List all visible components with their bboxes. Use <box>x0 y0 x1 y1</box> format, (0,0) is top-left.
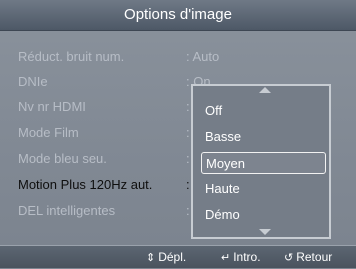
options-dropdown[interactable]: Off Basse Moyen Haute Démo <box>191 84 331 239</box>
up-down-arrows-icon: ⇕ <box>146 252 156 264</box>
dropdown-option-haute[interactable]: Haute <box>201 178 326 200</box>
dropdown-option-off[interactable]: Off <box>201 100 326 122</box>
enter-icon: ↵ <box>221 252 231 264</box>
tv-osd-screen: Options d'image Réduct. bruit num. : Aut… <box>0 0 356 268</box>
hint-enter: ↵ Intro. <box>221 246 261 268</box>
scroll-down-icon[interactable] <box>259 229 271 235</box>
menu-item-value: : <box>186 203 190 218</box>
dropdown-option-demo[interactable]: Démo <box>201 204 326 226</box>
menu-item-value: : <box>186 151 190 166</box>
menu-item-reduct-bruit[interactable]: Réduct. bruit num. <box>18 46 124 68</box>
menu-item-nv-nr-hdmi[interactable]: Nv nr HDMI <box>18 96 86 118</box>
hint-enter-label: Intro. <box>233 250 261 264</box>
scroll-up-icon[interactable] <box>259 87 271 93</box>
menu-item-mode-bleu[interactable]: Mode bleu seu. <box>18 148 107 170</box>
menu-item-value: : <box>186 177 190 192</box>
hint-move: ⇕ Dépl. <box>146 246 186 268</box>
menu-item-value: : <box>186 99 190 114</box>
navigation-hints-bar: ⇕ Dépl. ↵ Intro. ↺ Retour <box>0 245 356 268</box>
dropdown-option-basse[interactable]: Basse <box>201 126 326 148</box>
menu-item-value: : Auto <box>186 49 220 64</box>
menu-item-motion-plus[interactable]: Motion Plus 120Hz aut. <box>18 174 152 196</box>
menu-item-dnie[interactable]: DNIe <box>18 71 48 93</box>
hint-move-label: Dépl. <box>158 250 187 264</box>
menu-item-mode-film[interactable]: Mode Film <box>18 122 79 144</box>
hint-back: ↺ Retour <box>284 246 332 268</box>
dropdown-option-moyen[interactable]: Moyen <box>201 152 326 174</box>
page-title: Options d'image <box>0 0 356 31</box>
return-icon: ↺ <box>284 252 294 264</box>
menu-item-del-intelligentes[interactable]: DEL intelligentes <box>18 200 115 222</box>
hint-back-label: Retour <box>296 250 333 264</box>
menu-item-value: : <box>186 125 190 140</box>
